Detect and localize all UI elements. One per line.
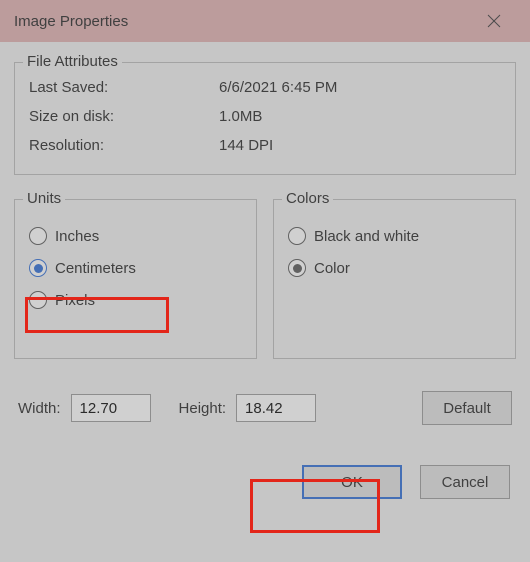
units-group: Units Inches Centimeters Pixels	[14, 199, 257, 359]
file-attributes-legend: File Attributes	[23, 53, 122, 70]
size-on-disk-label: Size on disk:	[29, 108, 219, 125]
radio-icon	[288, 259, 306, 277]
default-button[interactable]: Default	[422, 391, 512, 425]
width-label: Width:	[18, 400, 61, 417]
file-attributes-group: File Attributes Last Saved: 6/6/2021 6:4…	[14, 62, 516, 175]
ok-button[interactable]: OK	[302, 465, 402, 499]
resolution-value: 144 DPI	[219, 137, 501, 154]
radio-icon	[29, 259, 47, 277]
size-on-disk-value: 1.0MB	[219, 108, 501, 125]
colors-color-label: Color	[314, 260, 350, 277]
units-centimeters-label: Centimeters	[55, 260, 136, 277]
last-saved-row: Last Saved: 6/6/2021 6:45 PM	[29, 73, 501, 102]
colors-color-radio[interactable]: Color	[288, 252, 501, 284]
last-saved-label: Last Saved:	[29, 79, 219, 96]
image-properties-dialog: Image Properties File Attributes Last Sa…	[0, 0, 530, 562]
default-button-label: Default	[443, 400, 491, 417]
close-icon	[487, 14, 501, 28]
units-pixels-label: Pixels	[55, 292, 95, 309]
cancel-button-label: Cancel	[442, 474, 489, 491]
dialog-buttons: OK Cancel	[14, 465, 516, 499]
radio-icon	[288, 227, 306, 245]
radio-icon	[29, 291, 47, 309]
units-centimeters-radio[interactable]: Centimeters	[29, 252, 242, 284]
colors-bw-radio[interactable]: Black and white	[288, 220, 501, 252]
height-label: Height:	[179, 400, 227, 417]
last-saved-value: 6/6/2021 6:45 PM	[219, 79, 501, 96]
title-bar: Image Properties	[0, 0, 530, 42]
resolution-label: Resolution:	[29, 137, 219, 154]
colors-bw-label: Black and white	[314, 228, 419, 245]
colors-legend: Colors	[282, 190, 333, 207]
radio-icon	[29, 227, 47, 245]
window-title: Image Properties	[14, 13, 472, 30]
width-input[interactable]	[71, 394, 151, 422]
ok-button-label: OK	[341, 474, 363, 491]
units-inches-radio[interactable]: Inches	[29, 220, 242, 252]
size-on-disk-row: Size on disk: 1.0MB	[29, 102, 501, 131]
close-button[interactable]	[472, 0, 516, 42]
units-legend: Units	[23, 190, 65, 207]
resolution-row: Resolution: 144 DPI	[29, 131, 501, 160]
units-inches-label: Inches	[55, 228, 99, 245]
dimensions-row: Width: Height: Default	[14, 391, 516, 425]
cancel-button[interactable]: Cancel	[420, 465, 510, 499]
units-pixels-radio[interactable]: Pixels	[29, 284, 242, 316]
colors-group: Colors Black and white Color	[273, 199, 516, 359]
height-input[interactable]	[236, 394, 316, 422]
